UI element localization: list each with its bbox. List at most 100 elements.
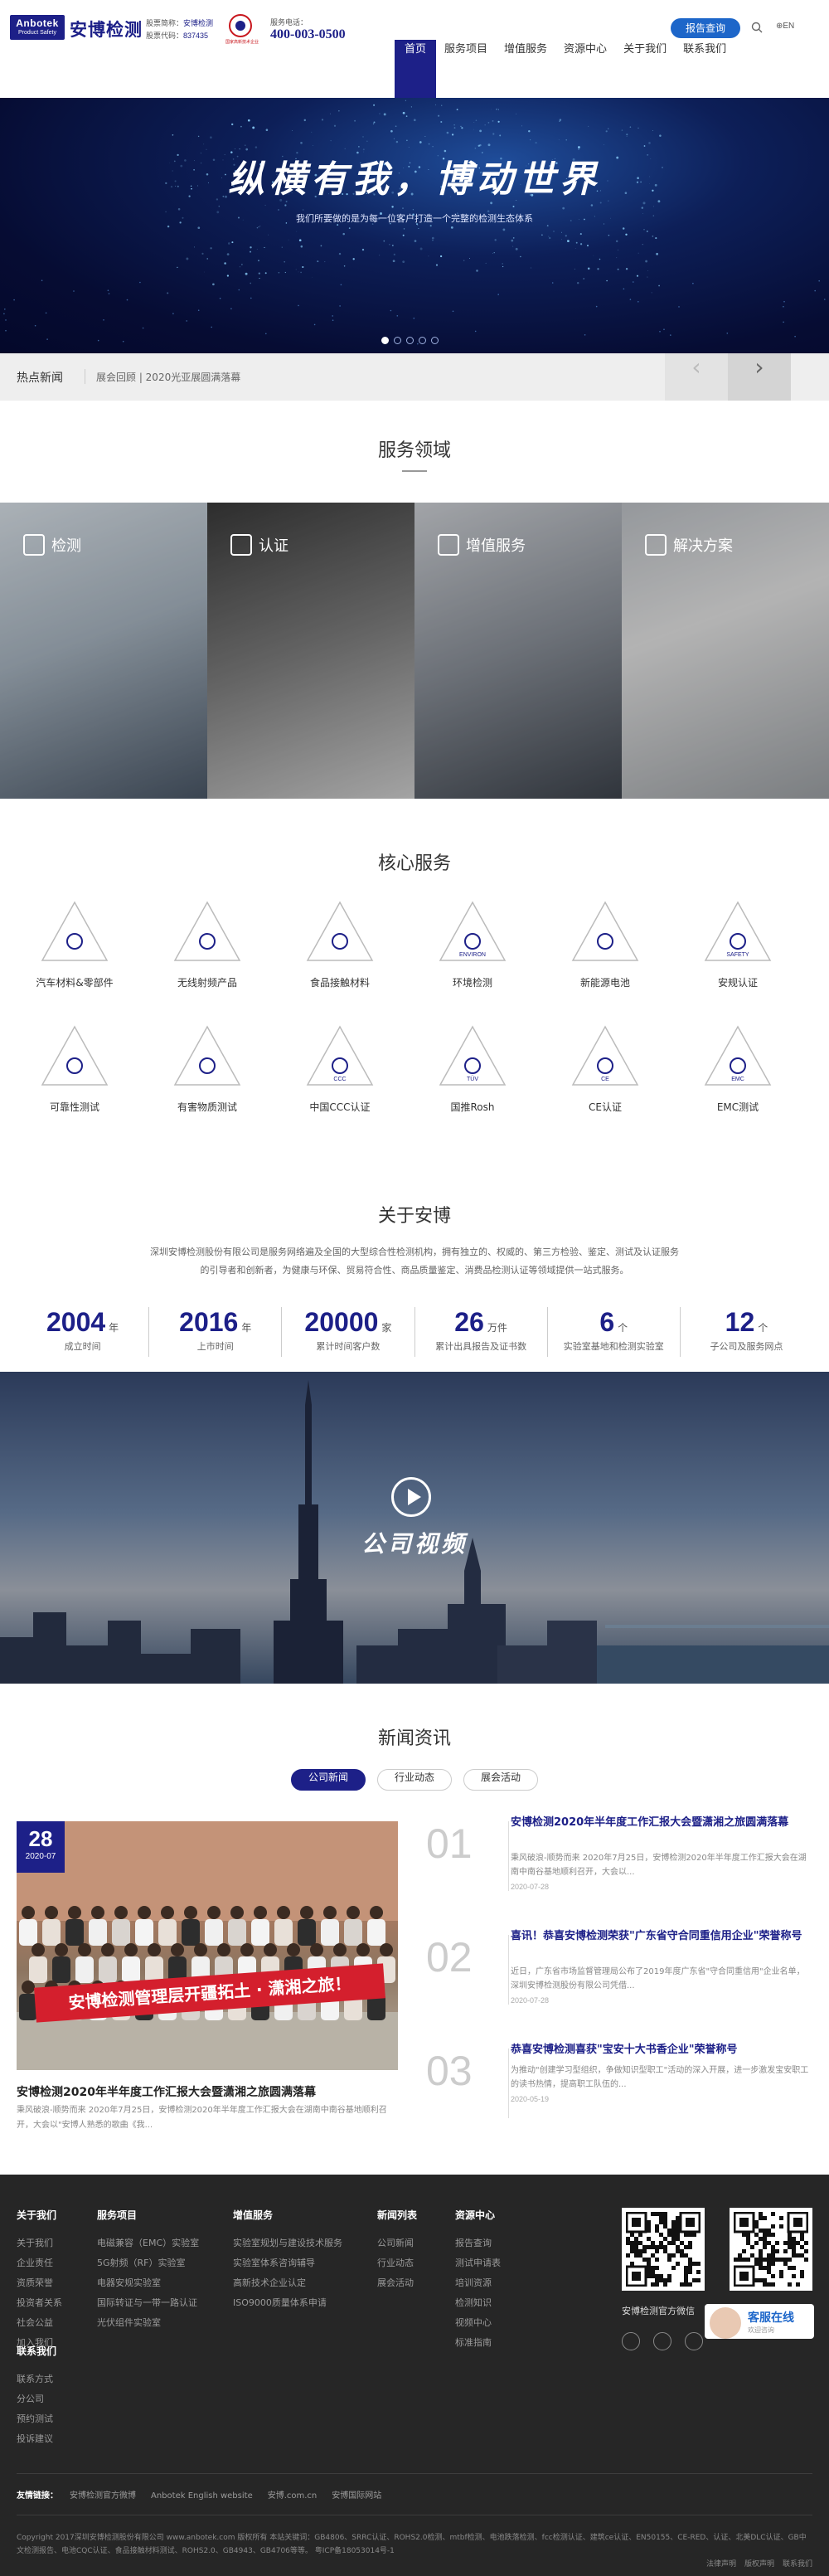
- search-icon[interactable]: [751, 22, 763, 33]
- site-logo[interactable]: Anbotek Product Safety: [10, 15, 65, 40]
- friend-link[interactable]: 安博.com.cn: [268, 2491, 318, 2501]
- core-item-6[interactable]: 可靠性测试: [29, 1024, 120, 1114]
- footer-link[interactable]: 关于我们: [17, 2233, 62, 2253]
- news-tabs: 公司新闻 行业动态 展会活动: [0, 1769, 829, 1791]
- stat-desc: 成立时间: [64, 1341, 101, 1352]
- news-desc: 近日，广东省市场监督管理局公布了2019年度广东省"守合同重信用"企业名单，深圳…: [511, 1967, 805, 1990]
- news-desc: 为推动"创建学习型组织，争做知识型职工"活动的深入开展，进一步激发宝安职工的读书…: [511, 2066, 809, 2089]
- next-arrow-icon[interactable]: ›: [728, 353, 791, 401]
- banner-dot[interactable]: [419, 337, 426, 344]
- footer-link[interactable]: 联系方式: [17, 2369, 56, 2389]
- service-tile-3[interactable]: 解决方案: [622, 503, 829, 799]
- site-header: Anbotek Product Safety 安博检测 股票简称：安博检测 股票…: [0, 0, 829, 98]
- footer-link[interactable]: 资质荣誉: [17, 2273, 62, 2293]
- service-tile-2[interactable]: 增值服务: [414, 503, 622, 799]
- friend-link[interactable]: 安博检测官方微博: [70, 2491, 136, 2501]
- banner-dot[interactable]: [406, 337, 414, 344]
- friend-link[interactable]: Anbotek English website: [151, 2491, 253, 2501]
- stat-desc: 累计出具报告及证书数: [435, 1341, 527, 1352]
- footer-link[interactable]: 行业动态: [377, 2253, 417, 2273]
- service-tile-1[interactable]: 认证: [207, 503, 414, 799]
- stat-unit: 家: [381, 1322, 392, 1334]
- core-item-5[interactable]: SAFETY 安规认证: [692, 900, 783, 989]
- nav-item-1[interactable]: 服务项目: [436, 40, 496, 98]
- online-service-widget[interactable]: 客服在线 欢迎咨询: [705, 2304, 814, 2339]
- core-item-10[interactable]: CE CE认证: [560, 1024, 651, 1114]
- footer-link[interactable]: 社会公益: [17, 2313, 62, 2333]
- core-item-4[interactable]: 新能源电池: [560, 900, 651, 989]
- nav-item-0[interactable]: 首页: [395, 40, 437, 98]
- footer-link[interactable]: 投诉建议: [17, 2429, 56, 2449]
- footer-link[interactable]: 实验室体系咨询辅导: [233, 2253, 342, 2273]
- banner-dot[interactable]: [431, 337, 439, 344]
- footer-link[interactable]: 电器安规实验室: [97, 2273, 199, 2293]
- logo-cn[interactable]: 安博检测: [70, 17, 143, 41]
- weibo-icon[interactable]: [653, 2332, 671, 2350]
- core-item-7[interactable]: 有害物质测试: [162, 1024, 253, 1114]
- friend-links: 友情链接： 安博检测官方微博 Anbotek English website 安博.c…: [17, 2488, 396, 2501]
- footer-link[interactable]: 企业责任: [17, 2253, 62, 2273]
- featured-news-title[interactable]: 安博检测2020年半年度工作汇报大会暨潇湘之旅圆满落幕: [17, 2083, 316, 2100]
- language-switch[interactable]: ⊕EN: [776, 22, 794, 31]
- wechat-icon[interactable]: [622, 2332, 640, 2350]
- featured-news-image[interactable]: 28 2020-07 安博检测管理层开疆拓土 · 潇湘之旅！: [17, 1821, 398, 2070]
- prev-arrow-icon[interactable]: ‹: [665, 353, 728, 401]
- news-tab-0[interactable]: 公司新闻: [290, 1769, 366, 1791]
- core-item-9[interactable]: TÜV 国推Rosh: [427, 1024, 518, 1114]
- news-item-1[interactable]: 02 喜讯！恭喜安博检测荣获"广东省守合同重信用企业"荣誉称号 近日，广东省市场监督…: [426, 1928, 812, 2019]
- hot-news-item[interactable]: 展会回顾 | 2020光亚展圆满落幕: [96, 370, 240, 384]
- footer-link[interactable]: 实验室规划与建设技术服务: [233, 2233, 342, 2253]
- news-item-0[interactable]: 01 安博检测2020年半年度工作汇报大会暨潇湘之旅圆满落幕 秉风破浪-顺势而来 2…: [426, 1815, 812, 1906]
- report-query-button[interactable]: 报告查询: [671, 18, 740, 38]
- nav-item-3[interactable]: 资源中心: [555, 40, 615, 98]
- footer-link[interactable]: 电磁兼容（EMC）实验室: [97, 2233, 199, 2253]
- legal-link[interactable]: 法律声明: [706, 2560, 736, 2569]
- banner-dot[interactable]: [394, 337, 401, 344]
- footer-link[interactable]: 视频中心: [455, 2313, 501, 2333]
- footer-link[interactable]: 高新技术企业认定: [233, 2273, 342, 2293]
- friend-link[interactable]: 安博国际网站: [332, 2491, 381, 2501]
- qq-icon[interactable]: [685, 2332, 703, 2350]
- footer-link[interactable]: 投资者关系: [17, 2293, 62, 2313]
- legal-link[interactable]: 版权声明: [744, 2560, 774, 2569]
- news-tab-1[interactable]: 行业动态: [376, 1769, 452, 1791]
- stat-unit: 个: [758, 1322, 768, 1334]
- core-item-3[interactable]: ENVIRON 环境检测: [427, 900, 518, 989]
- banner-title: 纵横有我，博动世界: [228, 158, 601, 201]
- service-tile-0[interactable]: 检测: [0, 503, 207, 799]
- news-item-2[interactable]: 03 恭喜安博检测喜获"宝安十大书香企业"荣誉称号 为推动"创建学习型组织，争做知识…: [426, 2042, 812, 2133]
- footer-link[interactable]: 报告查询: [455, 2233, 501, 2253]
- news-tab-2[interactable]: 展会活动: [463, 1769, 539, 1791]
- banner-dot[interactable]: [381, 337, 389, 344]
- footer-link[interactable]: 展会活动: [377, 2273, 417, 2293]
- footer-link[interactable]: 5G射频（RF）实验室: [97, 2253, 199, 2273]
- footer-link[interactable]: ISO9000质量体系申请: [233, 2293, 342, 2313]
- core-item-8[interactable]: CCC 中国CCC认证: [294, 1024, 385, 1114]
- footer-link[interactable]: 分公司: [17, 2389, 56, 2409]
- hotline-number: 400-003-0500: [270, 27, 346, 41]
- footer-link[interactable]: 标准指南: [455, 2333, 501, 2353]
- core-item-0[interactable]: 汽车材料&零部件: [29, 900, 120, 989]
- nav-item-4[interactable]: 关于我们: [615, 40, 675, 98]
- core-item-2[interactable]: 食品接触材料: [294, 900, 385, 989]
- footer-link[interactable]: 公司新闻: [377, 2233, 417, 2253]
- news-title[interactable]: 喜讯！恭喜安博检测荣获"广东省守合同重信用企业"荣誉称号: [511, 1928, 809, 1945]
- nav-item-2[interactable]: 增值服务: [496, 40, 555, 98]
- core-item-1[interactable]: 无线射频产品: [162, 900, 253, 989]
- play-icon[interactable]: [391, 1477, 431, 1517]
- news-title[interactable]: 恭喜安博检测喜获"宝安十大书香企业"荣誉称号: [511, 2042, 809, 2058]
- footer-link[interactable]: 国际转证与一带一路认证: [97, 2293, 199, 2313]
- qr-code-icon: [625, 2211, 701, 2287]
- core-item-label: CE认证: [589, 1101, 622, 1113]
- company-video[interactable]: 公司视频: [0, 1372, 829, 1684]
- footer-link[interactable]: 检测知识: [455, 2293, 501, 2313]
- nav-item-5[interactable]: 联系我们: [675, 40, 734, 98]
- core-item-11[interactable]: EMC EMC测试: [692, 1024, 783, 1114]
- legal-link[interactable]: 联系我们: [783, 2560, 812, 2569]
- footer-link[interactable]: 预约测试: [17, 2409, 56, 2429]
- footer-link[interactable]: 培训资源: [455, 2273, 501, 2293]
- news-title[interactable]: 安博检测2020年半年度工作汇报大会暨潇湘之旅圆满落幕: [511, 1815, 809, 1831]
- footer-link[interactable]: 测试申请表: [455, 2253, 501, 2273]
- hero-banner[interactable]: 纵横有我，博动世界 我们所要做的是为每一位客户打造一个完整的检测生态体系: [0, 98, 829, 353]
- footer-link[interactable]: 光伏组件实验室: [97, 2313, 199, 2333]
